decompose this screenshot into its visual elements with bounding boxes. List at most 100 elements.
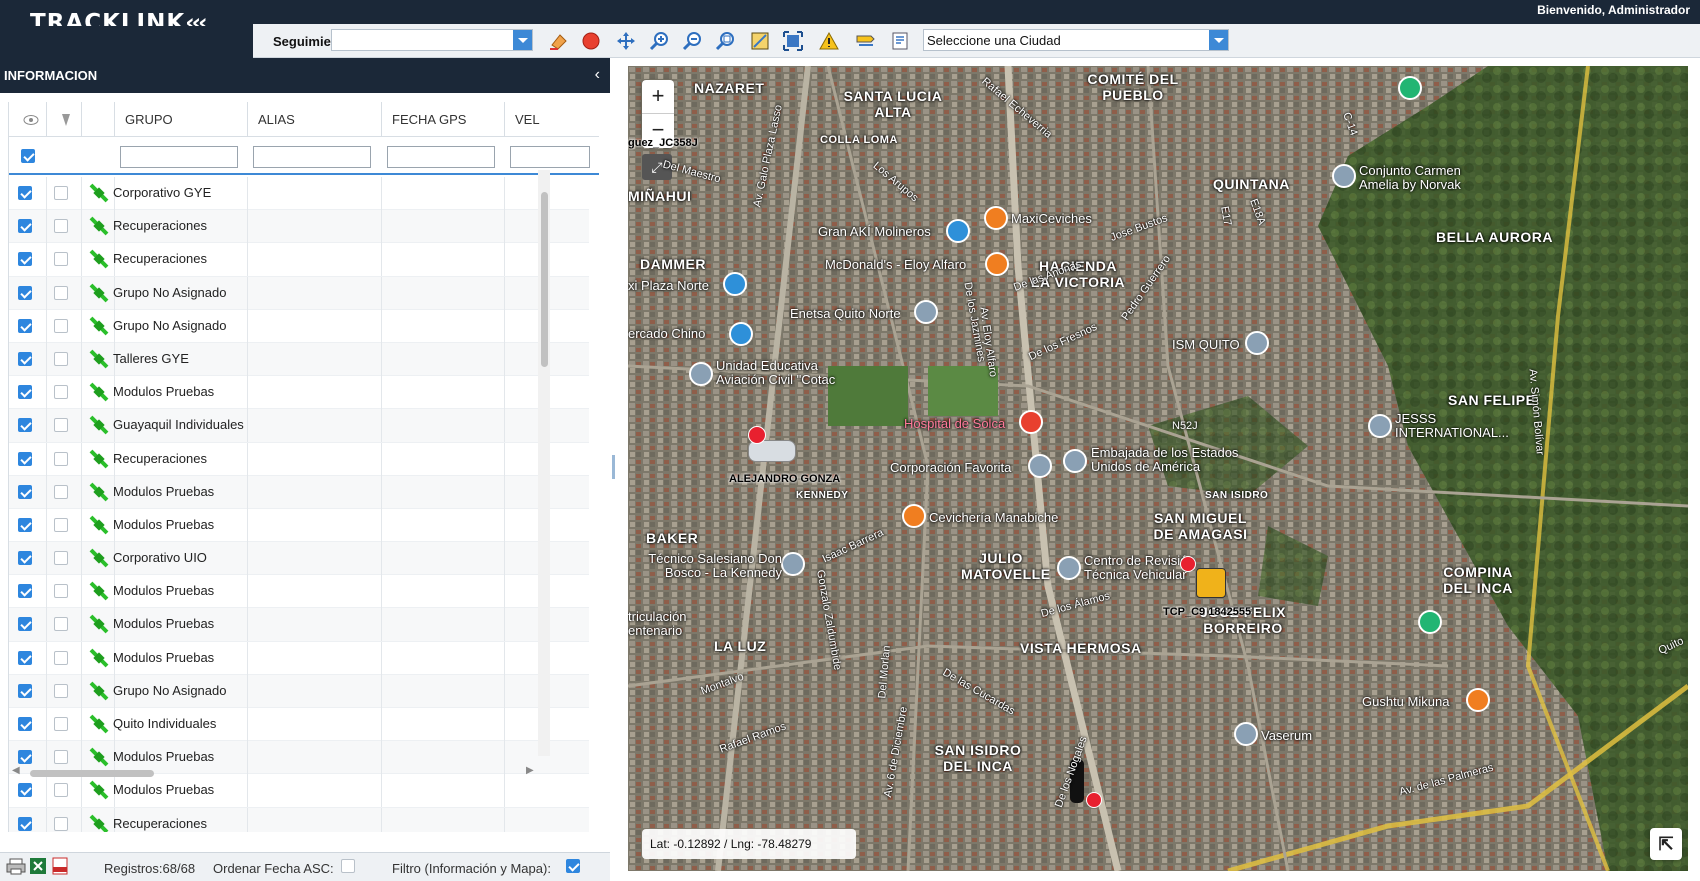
visibility-checkbox[interactable] — [18, 252, 32, 267]
vertical-scrollbar[interactable] — [538, 170, 550, 756]
follow-checkbox[interactable] — [54, 252, 68, 267]
print-icon[interactable] — [6, 857, 26, 878]
fecha-gps-filter-input[interactable] — [387, 146, 495, 168]
table-row[interactable]: Modulos Pruebas — [9, 641, 589, 675]
chevron-left-icon[interactable]: ‹ — [595, 66, 600, 84]
school-icon[interactable] — [689, 362, 713, 386]
follow-checkbox[interactable] — [54, 717, 68, 731]
school-icon[interactable] — [1368, 414, 1392, 438]
table-row[interactable]: Grupo No Asignado — [9, 309, 589, 343]
restaurant-icon[interactable] — [984, 206, 1008, 230]
place-icon[interactable] — [914, 300, 938, 324]
table-row[interactable]: Modulos Pruebas — [9, 608, 589, 642]
table-row[interactable]: Modulos Pruebas — [9, 475, 589, 509]
place-icon[interactable] — [1028, 454, 1052, 478]
column-vel[interactable]: VEL — [505, 102, 599, 137]
select-all-checkbox[interactable] — [21, 149, 35, 163]
vel-filter-input[interactable] — [510, 146, 590, 168]
follow-checkbox[interactable] — [54, 285, 68, 300]
zoom-extent-icon[interactable] — [714, 30, 736, 52]
restaurant-icon[interactable] — [985, 252, 1009, 276]
shopping-icon[interactable] — [946, 219, 970, 243]
visibility-checkbox[interactable] — [18, 783, 32, 798]
city-select[interactable]: Seleccione una Ciudad — [923, 29, 1229, 51]
record-icon[interactable] — [580, 30, 602, 52]
bus-icon[interactable] — [1196, 568, 1226, 598]
eraser-icon[interactable] — [547, 30, 569, 52]
table-row[interactable]: Modulos Pruebas — [9, 376, 589, 410]
lock-icon[interactable] — [729, 322, 753, 346]
pan-icon[interactable] — [615, 30, 637, 52]
visibility-checkbox[interactable] — [18, 816, 32, 831]
scroll-left-icon[interactable]: ◀ — [12, 765, 20, 776]
follow-checkbox[interactable] — [54, 484, 68, 499]
follow-checkbox[interactable] — [54, 584, 68, 599]
visibility-column[interactable] — [9, 102, 47, 137]
visibility-checkbox[interactable] — [18, 617, 32, 632]
place-icon[interactable] — [1332, 164, 1356, 188]
satellite-map[interactable]: + − ⤢ NAZARET SANTA LUCIA ALTA COMITÉ DE… — [628, 66, 1688, 871]
restaurant-icon[interactable] — [902, 504, 926, 528]
follow-checkbox[interactable] — [54, 219, 68, 234]
table-row[interactable]: Recuperaciones — [9, 807, 589, 832]
alias-filter-input[interactable] — [253, 146, 371, 168]
follow-checkbox[interactable] — [54, 750, 68, 765]
table-row[interactable]: Corporativo UIO — [9, 542, 589, 576]
column-alias[interactable]: ALIAS — [248, 102, 382, 137]
visibility-checkbox[interactable] — [18, 750, 32, 765]
visibility-checkbox[interactable] — [18, 683, 32, 698]
scrollbar-thumb[interactable] — [30, 770, 154, 777]
follow-checkbox[interactable] — [54, 551, 68, 566]
follow-checkbox[interactable] — [54, 318, 68, 333]
horizontal-scrollbar[interactable]: ◀ ▶ — [12, 765, 572, 779]
follow-checkbox[interactable] — [54, 186, 68, 200]
follow-checkbox[interactable] — [54, 385, 68, 400]
visibility-checkbox[interactable] — [18, 551, 32, 566]
table-row[interactable]: Modulos Pruebas — [9, 575, 589, 609]
table-row[interactable]: Recuperaciones — [9, 210, 589, 244]
column-grupo[interactable]: GRUPO — [115, 102, 248, 137]
panel-splitter[interactable] — [612, 455, 615, 479]
report-icon[interactable] — [889, 30, 911, 52]
table-row[interactable]: Corporativo GYE — [9, 177, 589, 211]
shopping-icon[interactable] — [723, 272, 747, 296]
chevron-down-icon[interactable] — [513, 30, 532, 50]
fullscreen-select-icon[interactable] — [782, 30, 804, 52]
zoom-out-icon[interactable] — [681, 30, 703, 52]
arrow-up-left-icon[interactable]: ⇱ — [1650, 828, 1682, 860]
visibility-checkbox[interactable] — [18, 584, 32, 599]
follow-checkbox[interactable] — [54, 650, 68, 665]
visibility-checkbox[interactable] — [18, 418, 32, 433]
pdf-icon[interactable] — [51, 857, 69, 878]
follow-checkbox[interactable] — [54, 816, 68, 831]
visibility-checkbox[interactable] — [18, 451, 32, 466]
visibility-checkbox[interactable] — [18, 385, 32, 400]
table-row[interactable]: Guayaquil Individuales — [9, 409, 589, 443]
map-layer-icon[interactable] — [749, 30, 771, 52]
restaurant-icon[interactable] — [1466, 688, 1490, 712]
follow-column[interactable] — [47, 102, 82, 137]
column-fecha-gps[interactable]: FECHA GPS — [382, 102, 505, 137]
embassy-icon[interactable] — [1063, 449, 1087, 473]
hospital-icon[interactable] — [1019, 410, 1043, 434]
excel-icon[interactable] — [28, 857, 48, 878]
visibility-checkbox[interactable] — [18, 318, 32, 333]
visibility-checkbox[interactable] — [18, 351, 32, 366]
visibility-checkbox[interactable] — [18, 517, 32, 532]
follow-checkbox[interactable] — [54, 418, 68, 433]
table-row[interactable]: Talleres GYE — [9, 342, 589, 377]
scrollbar-thumb[interactable] — [541, 192, 548, 367]
scroll-right-icon[interactable]: ▶ — [526, 765, 534, 776]
table-row[interactable]: Grupo No Asignado — [9, 276, 589, 310]
table-row[interactable]: Modulos Pruebas — [9, 774, 589, 808]
place-icon[interactable] — [1245, 331, 1269, 355]
warning-icon[interactable] — [818, 30, 840, 52]
follow-checkbox[interactable] — [54, 683, 68, 698]
table-row[interactable]: Modulos Pruebas — [9, 508, 589, 543]
grupo-filter-input[interactable] — [120, 146, 238, 168]
location-pin-icon[interactable] — [1398, 76, 1422, 100]
follow-checkbox[interactable] — [54, 351, 68, 366]
table-row[interactable]: Recuperaciones — [9, 243, 589, 277]
route-icon[interactable] — [854, 30, 876, 52]
place-icon[interactable] — [1057, 556, 1081, 580]
